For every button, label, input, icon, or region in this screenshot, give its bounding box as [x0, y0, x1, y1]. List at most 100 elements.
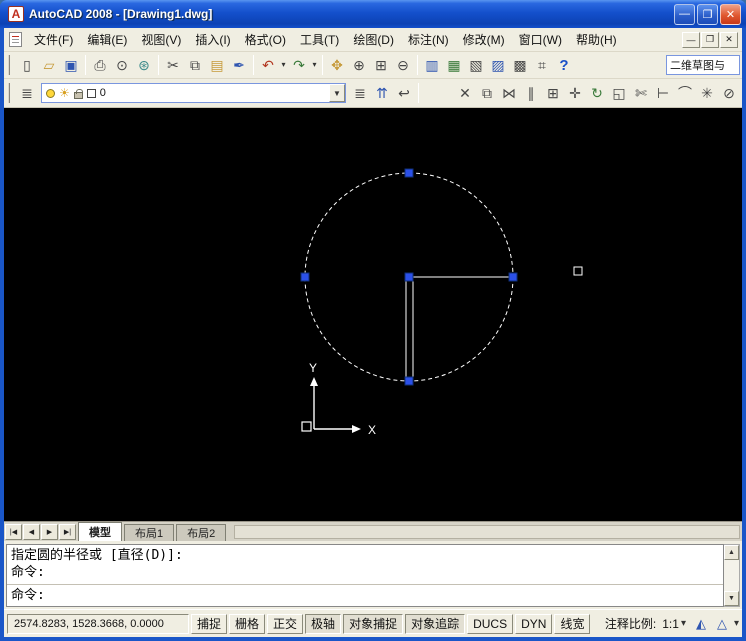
- toolbar-grip[interactable]: [8, 83, 12, 103]
- minimize-button[interactable]: —: [674, 4, 695, 25]
- menu-draw[interactable]: 绘图(D): [346, 28, 401, 51]
- properties-palette-icon[interactable]: ▥: [421, 54, 443, 76]
- new-file-icon[interactable]: ▯: [16, 54, 38, 76]
- quickcalc-icon[interactable]: ⌗: [531, 54, 553, 76]
- designcenter-icon[interactable]: ▦: [443, 54, 465, 76]
- scale-icon[interactable]: ◱: [608, 82, 630, 104]
- tab-nav-last-icon[interactable]: ▶|: [59, 524, 76, 540]
- sheet-set-manager-icon[interactable]: ▨: [487, 54, 509, 76]
- open-icon[interactable]: ▱: [38, 54, 60, 76]
- zoom-realtime-icon[interactable]: ⊕: [348, 54, 370, 76]
- horizontal-scrollbar[interactable]: [234, 525, 740, 539]
- layer-manager-icon[interactable]: ≣: [16, 82, 38, 104]
- tab-nav-next-icon[interactable]: ▶: [41, 524, 58, 540]
- make-object-layer-current-icon[interactable]: ⇈: [371, 82, 393, 104]
- tool-palettes-icon[interactable]: ▧: [465, 54, 487, 76]
- undo-dropdown-icon[interactable]: ▾: [279, 54, 288, 76]
- toggle-lineweight[interactable]: 线宽: [554, 614, 590, 634]
- layer-states-icon[interactable]: ≣: [349, 82, 371, 104]
- zoom-previous-icon[interactable]: ⊖: [392, 54, 414, 76]
- menu-window[interactable]: 窗口(W): [512, 28, 569, 51]
- drawing-area[interactable]: Y X: [4, 108, 742, 521]
- pan-icon[interactable]: ✥: [326, 54, 348, 76]
- mdi-restore-button[interactable]: ❐: [701, 32, 719, 48]
- cut-icon[interactable]: ✂: [162, 54, 184, 76]
- plot-icon[interactable]: ⎙: [89, 54, 111, 76]
- toggle-dyn[interactable]: DYN: [515, 614, 552, 634]
- save-icon[interactable]: ▣: [60, 54, 82, 76]
- maximize-button[interactable]: ❐: [697, 4, 718, 25]
- drawing-doc-icon[interactable]: [9, 32, 22, 47]
- match-properties-icon[interactable]: ✒: [228, 54, 250, 76]
- mdi-close-button[interactable]: ✕: [720, 32, 738, 48]
- menu-format[interactable]: 格式(O): [238, 28, 293, 51]
- drawing-canvas[interactable]: Y X: [4, 108, 742, 521]
- menu-insert[interactable]: 插入(I): [188, 28, 237, 51]
- menu-help[interactable]: 帮助(H): [569, 28, 624, 51]
- menu-file[interactable]: 文件(F): [27, 28, 80, 51]
- tab-nav-first-icon[interactable]: |◀: [5, 524, 22, 540]
- plot-preview-icon[interactable]: ⊙: [111, 54, 133, 76]
- layer-previous-icon[interactable]: ↩: [393, 82, 415, 104]
- command-text-area[interactable]: 指定圆的半径或 [直径(D)]: 命令: 命令:: [6, 544, 724, 607]
- status-menu-chevron-icon[interactable]: ▾: [734, 618, 739, 629]
- toggle-ortho[interactable]: 正交: [267, 614, 303, 634]
- tab-layout2[interactable]: 布局2: [176, 524, 226, 541]
- publish-icon[interactable]: ⊛: [133, 54, 155, 76]
- menu-dimension[interactable]: 标注(N): [401, 28, 456, 51]
- copy-icon[interactable]: ⧉: [184, 54, 206, 76]
- fillet-icon[interactable]: ⌒: [674, 82, 696, 104]
- help-icon[interactable]: ?: [553, 54, 575, 76]
- toolbar-grip[interactable]: [8, 55, 12, 75]
- tab-layout1[interactable]: 布局1: [124, 524, 174, 541]
- paste-icon[interactable]: ▤: [206, 54, 228, 76]
- grip-bottom[interactable]: [405, 377, 413, 385]
- markup-set-manager-icon[interactable]: ▩: [509, 54, 531, 76]
- offset-icon[interactable]: ∥: [520, 82, 542, 104]
- toggle-snap[interactable]: 捕捉: [191, 614, 227, 634]
- layer-on-bulb-icon[interactable]: [46, 89, 55, 98]
- toggle-polar[interactable]: 极轴: [305, 614, 341, 634]
- menu-view[interactable]: 视图(V): [134, 28, 188, 51]
- annotation-scale-dropdown[interactable]: 1:1 ▾: [659, 615, 689, 633]
- coordinate-readout[interactable]: 2574.8283, 1528.3668, 0.0000: [7, 614, 189, 634]
- toggle-osnap[interactable]: 对象捕捉: [343, 614, 403, 634]
- grip-center[interactable]: [405, 273, 413, 281]
- toggle-ducs[interactable]: DUCS: [467, 614, 513, 634]
- redo-dropdown-icon[interactable]: ▾: [310, 54, 319, 76]
- grip-right[interactable]: [509, 273, 517, 281]
- grip-left[interactable]: [301, 273, 309, 281]
- redo-icon[interactable]: ↷: [288, 54, 310, 76]
- zoom-window-icon[interactable]: ⊞: [370, 54, 392, 76]
- move-icon[interactable]: ✛: [564, 82, 586, 104]
- layer-lock-icon[interactable]: [74, 92, 83, 99]
- layer-combo[interactable]: ☀ 0 ▼: [41, 83, 346, 103]
- menu-tools[interactable]: 工具(T): [293, 28, 346, 51]
- explode-icon[interactable]: ✳: [696, 82, 718, 104]
- undo-icon[interactable]: ↶: [257, 54, 279, 76]
- copy-object-icon[interactable]: ⧉: [476, 82, 498, 104]
- tab-model[interactable]: 模型: [78, 522, 122, 541]
- toggle-grid[interactable]: 栅格: [229, 614, 265, 634]
- tab-nav-prev-icon[interactable]: ◀: [23, 524, 40, 540]
- mdi-minimize-button[interactable]: —: [682, 32, 700, 48]
- rotate-icon[interactable]: ↻: [586, 82, 608, 104]
- erase-icon[interactable]: ✕: [454, 82, 476, 104]
- mirror-icon[interactable]: ⋈: [498, 82, 520, 104]
- layer-freeze-sun-icon[interactable]: ☀: [59, 86, 70, 100]
- layer-color-swatch[interactable]: [87, 89, 96, 98]
- workspace-dropdown[interactable]: 二维草图与: [666, 55, 740, 75]
- menu-edit[interactable]: 编辑(E): [80, 28, 134, 51]
- annotation-autoscale-icon[interactable]: △: [713, 616, 731, 632]
- close-button[interactable]: ✕: [720, 4, 741, 25]
- toggle-otrack[interactable]: 对象追踪: [405, 614, 465, 634]
- command-scrollbar[interactable]: ▲ ▼: [724, 544, 740, 607]
- grip-top[interactable]: [405, 169, 413, 177]
- break-icon[interactable]: ⊘: [718, 82, 740, 104]
- menu-modify[interactable]: 修改(M): [456, 28, 512, 51]
- titlebar[interactable]: A AutoCAD 2008 - [Drawing1.dwg] — ❐ ✕: [0, 0, 746, 28]
- extend-icon[interactable]: ⊢: [652, 82, 674, 104]
- command-prompt[interactable]: 命令:: [7, 584, 723, 606]
- array-icon[interactable]: ⊞: [542, 82, 564, 104]
- annotation-visibility-icon[interactable]: ◭: [692, 616, 710, 632]
